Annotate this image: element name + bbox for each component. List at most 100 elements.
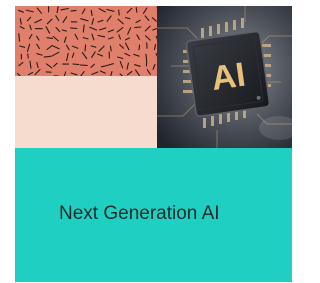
confetti-dash [36, 61, 39, 69]
confetti-dash [61, 29, 68, 32]
confetti-dash [19, 17, 22, 25]
confetti-dash [34, 68, 41, 76]
confetti-dash [51, 51, 60, 57]
confetti-dash [98, 27, 107, 31]
confetti-dash [70, 72, 78, 76]
confetti-dash [106, 63, 114, 67]
confetti-dash [151, 17, 157, 22]
confetti-dash [91, 33, 95, 41]
confetti-dash [126, 7, 133, 14]
confetti-dash [133, 53, 140, 57]
confetti-dash [71, 52, 75, 58]
confetti-dash [124, 42, 130, 51]
confetti-dash [144, 35, 151, 41]
confetti-dash [124, 37, 131, 41]
confetti-dash [52, 45, 60, 50]
confetti-dash [66, 52, 69, 62]
confetti-dash [84, 44, 87, 52]
confetti-dash [56, 6, 59, 14]
confetti-dash [25, 9, 34, 13]
confetti-pattern-tile [15, 6, 157, 76]
confetti-dash [72, 45, 79, 49]
confetti-dash [63, 36, 67, 43]
confetti-dash [116, 56, 124, 60]
confetti-dash [96, 53, 104, 57]
confetti-dash [34, 18, 43, 24]
confetti-dash [36, 53, 43, 56]
microchip-icon: AI [157, 6, 292, 148]
confetti-dash [46, 18, 53, 25]
confetti-dash [136, 34, 140, 40]
confetti-dash [126, 62, 129, 70]
confetti-dash [36, 35, 40, 41]
confetti-dash [36, 43, 40, 50]
blush-color-tile [15, 76, 157, 148]
confetti-dash [134, 64, 141, 67]
confetti-dash [46, 37, 54, 39]
confetti-dash [28, 33, 33, 40]
confetti-dash [134, 26, 142, 29]
confetti-dash [90, 45, 97, 48]
confetti-pattern-icon [16, 6, 157, 76]
confetti-dash [98, 8, 106, 13]
confetti-dash [29, 60, 32, 69]
confetti-dash [90, 63, 95, 68]
confetti-dash [91, 51, 96, 58]
confetti-dash [19, 45, 26, 48]
confetti-dash [119, 60, 124, 69]
confetti-dash [97, 19, 104, 23]
confetti-dash [52, 35, 59, 42]
confetti-dash [127, 27, 132, 35]
confetti-dash [97, 34, 106, 38]
confetti-dash [70, 27, 78, 30]
confetti-dash [118, 9, 120, 16]
confetti-dash [17, 9, 24, 13]
confetti-dash [26, 43, 31, 53]
confetti-dash [43, 55, 52, 58]
confetti-dash [135, 7, 138, 13]
confetti-dash [81, 51, 88, 60]
confetti-dash [55, 15, 60, 22]
confetti-dash [146, 69, 151, 75]
confetti-dash [65, 44, 70, 51]
confetti-dash [138, 44, 141, 51]
confetti-dash [91, 18, 95, 25]
confetti-dash [82, 37, 89, 40]
confetti-dash [119, 44, 124, 49]
confetti-dash [72, 63, 80, 66]
confetti-dash [27, 53, 29, 59]
confetti-dash [89, 26, 98, 31]
confetti-dash [135, 19, 141, 24]
card-headline[interactable]: Next Generation AI [59, 200, 279, 227]
confetti-dash [145, 53, 148, 61]
confetti-dash [45, 26, 51, 34]
confetti-dash [81, 8, 86, 15]
confetti-dash [27, 71, 34, 76]
confetti-dash [106, 15, 112, 22]
confetti-dash [116, 26, 124, 33]
confetti-dash [53, 62, 58, 67]
confetti-dash [36, 7, 43, 14]
confetti-dash [142, 7, 148, 14]
confetti-dash [144, 15, 150, 22]
chip-label: AI [209, 56, 248, 98]
confetti-dash [18, 61, 24, 67]
confetti-dash [106, 8, 115, 12]
confetti-dash [144, 25, 151, 32]
confetti-dash [124, 52, 131, 57]
confetti-dash [29, 24, 32, 31]
confetti-dash [26, 16, 32, 22]
confetti-dash [98, 45, 105, 52]
confetti-dash [62, 16, 68, 23]
confetti-dash [124, 17, 131, 20]
article-card[interactable]: AI Next Generation AI [15, 6, 292, 282]
confetti-dash [117, 18, 124, 25]
confetti-dash [55, 26, 61, 33]
confetti-dash [74, 33, 79, 40]
confetti-dash [118, 34, 121, 40]
headline-panel: Next Generation AI [15, 148, 292, 282]
ai-chip-image: AI [157, 6, 292, 148]
confetti-dash [70, 9, 77, 12]
confetti-dash [60, 7, 69, 11]
confetti-dash [80, 18, 89, 22]
